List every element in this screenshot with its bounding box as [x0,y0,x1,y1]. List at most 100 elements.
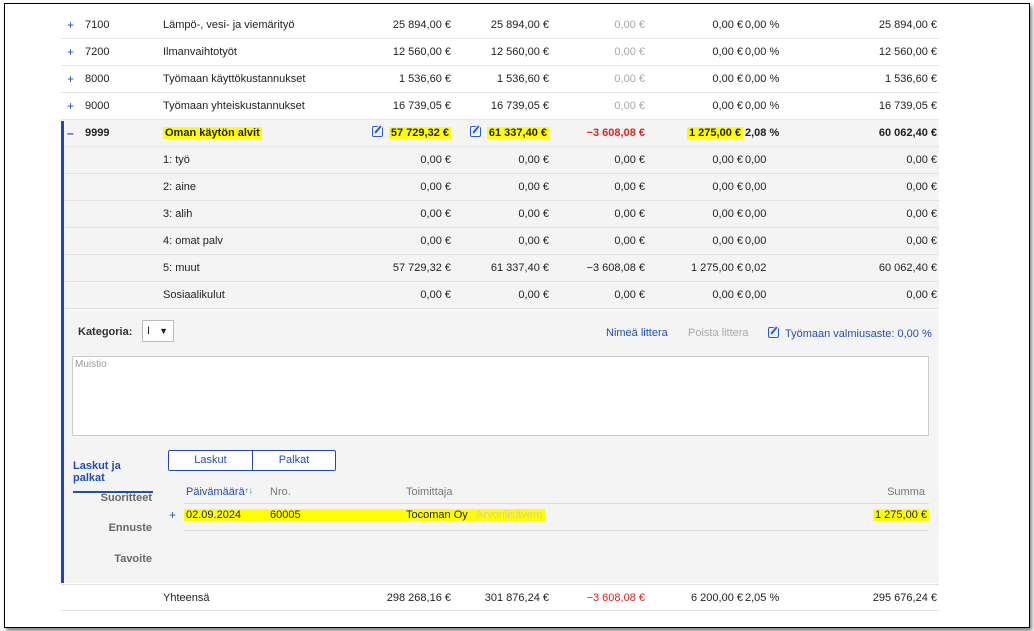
subrow-name: 1: työ [163,154,190,166]
subrow-forecast: 0,00 € [518,289,549,301]
row-difference: 0,00 € [614,100,645,112]
subrow-difference: 0,00 € [614,289,645,301]
row-difference: 0,00 € [614,73,645,85]
tab-forecast[interactable]: Ennuste [64,522,152,534]
row-name: Lämpö-, vesi- ja viemärityö [163,19,295,31]
row-percent: 0,00 % [745,100,780,112]
total-realized: 6 200,00 € [691,592,743,604]
subrow-percent: 0,00 [745,181,767,193]
row-target: 12 560,00 € [878,46,937,58]
subrow: 3: alih 0,00 € 0,00 € 0,00 € 0,00 € 0,00… [61,201,939,228]
col-date-label: Päivämäärä [186,486,245,498]
subrow-realized: 1 275,00 € [691,262,743,274]
row-target: 25 894,00 € [878,19,937,31]
row-difference: 0,00 € [614,19,645,31]
total-forecast: 301 876,24 € [484,592,549,604]
subrow-target: 0,00 € [906,289,937,301]
app-frame: + 7100 Lämpö-, vesi- ja viemärityö 25 89… [4,3,1030,628]
row-target: 1 536,60 € [885,73,937,85]
row-realized: 0,00 € [712,19,743,31]
row-realized-value: 1 275,00 € [687,127,743,139]
category-value: I [147,325,151,337]
edit-icon[interactable] [371,126,383,137]
invoice-tag: Arvonlisävero [474,509,545,521]
expand-icon[interactable]: + [67,12,77,39]
subrow-difference: 0,00 € [614,208,645,220]
subrow-budget: 0,00 € [420,289,451,301]
subrow: Sosiaalikulut 0,00 € 0,00 € 0,00 € 0,00 … [61,282,939,309]
row-forecast: 1 536,60 € [497,73,549,85]
subrow-percent: 0,02 [745,262,767,274]
toggle-wages[interactable]: Palkat [252,451,335,470]
remove-link[interactable]: Poista littera [688,327,749,339]
edit-icon[interactable] [469,126,481,137]
expand-icon[interactable]: + [67,66,77,93]
subrow-percent: 0,00 [745,154,767,166]
col-sum[interactable]: Summa [887,486,925,498]
subrow: 5: muut 57 729,32 € 61 337,40 € −3 608,0… [61,255,939,282]
row-name: Työmaan käyttökustannukset [163,73,306,85]
subrow-target: 0,00 € [906,235,937,247]
invoice-wage-toggle: Laskut Palkat [168,450,336,471]
subrow: 1: työ 0,00 € 0,00 € 0,00 € 0,00 € 0,00 … [61,147,939,174]
row-difference: 0,00 € [614,46,645,58]
row-budget: 16 739,05 € [392,100,451,112]
col-date[interactable]: Päivämäärä↑↓ [186,486,253,498]
row-name: Oman käytön alvit [163,120,363,147]
table-row-expanded[interactable]: – 9999 Oman käytön alvit 57 729,32 € 61 … [61,120,939,147]
toggle-invoices[interactable]: Laskut [169,451,252,470]
col-number[interactable]: Nro. [270,486,291,498]
invoice-table-header: Päivämäärä↑↓ Nro. Toimittaja Summa [184,482,929,504]
tab-invoices-wages[interactable]: Laskut ja palkat [73,460,153,493]
expand-icon[interactable]: + [169,508,176,522]
tab-performances[interactable]: Suoritteet [64,492,152,504]
subrow-name: 3: alih [163,208,193,220]
table-row[interactable]: + 9000 Työmaan yhteiskustannukset 16 739… [61,93,939,120]
row-budget: 57 729,32 € [341,120,451,147]
subrow-forecast: 0,00 € [518,154,549,166]
tab-target[interactable]: Tavoite [64,553,152,565]
subrow-forecast: 61 337,40 € [490,262,549,274]
expand-icon[interactable]: + [67,39,77,66]
subrow-percent: 0,00 [745,208,767,220]
subrow-forecast: 0,00 € [518,181,549,193]
subrow-name: 2: aine [163,181,197,193]
rename-link[interactable]: Nimeä littera [606,327,668,339]
row-name-text: Oman käytön alvit [163,127,262,139]
subrow-budget: 57 729,32 € [392,262,451,274]
invoice-row[interactable]: + 02.09.2024 60005 Tocoman Oy Arvonlisäv… [169,505,929,531]
memo-textarea[interactable]: Muistio [72,356,929,436]
sort-icon[interactable]: ↑↓ [245,486,253,495]
category-select[interactable]: I ▼ [142,320,174,342]
subrow-budget: 0,00 € [420,154,451,166]
subrow-forecast: 0,00 € [518,208,549,220]
subrow-realized: 0,00 € [712,154,743,166]
subrow-difference: 0,00 € [614,181,645,193]
subrow-forecast: 0,00 € [518,235,549,247]
subrow-name: 5: muut [163,262,200,274]
total-difference: −3 608,08 € [586,592,645,604]
row-percent: 0,00 % [745,73,780,85]
progress-link[interactable]: Työmaan valmiusaste: 0,00 % [768,327,932,340]
subrow-target: 60 062,40 € [878,262,937,274]
row-code: 9999 [85,127,110,139]
expand-icon[interactable]: + [67,93,77,120]
row-forecast-value: 61 337,40 € [486,127,549,139]
row-code: 7200 [85,46,110,58]
invoice-date: 02.09.2024 [184,509,279,521]
collapse-icon[interactable]: – [67,120,77,147]
total-row: Yhteensä 298 268,16 € 301 876,24 € −3 60… [61,584,939,611]
table-row[interactable]: + 7200 Ilmanvaihtotyöt 12 560,00 € 12 56… [61,39,939,66]
col-supplier[interactable]: Toimittaja [406,486,452,498]
table-row[interactable]: + 8000 Työmaan käyttökustannukset 1 536,… [61,66,939,93]
chevron-down-icon: ▼ [159,326,168,336]
row-forecast: 16 739,05 € [490,100,549,112]
subrow-difference: −3 608,08 € [586,262,645,274]
total-percent: 2,05 % [745,592,780,604]
row-name: Ilmanvaihtotyöt [163,46,237,58]
edit-icon [768,327,779,338]
table-row[interactable]: + 7100 Lämpö-, vesi- ja viemärityö 25 89… [61,12,939,39]
subrow-realized: 0,00 € [712,181,743,193]
subrow-difference: 0,00 € [614,154,645,166]
total-label: Yhteensä [163,592,210,604]
